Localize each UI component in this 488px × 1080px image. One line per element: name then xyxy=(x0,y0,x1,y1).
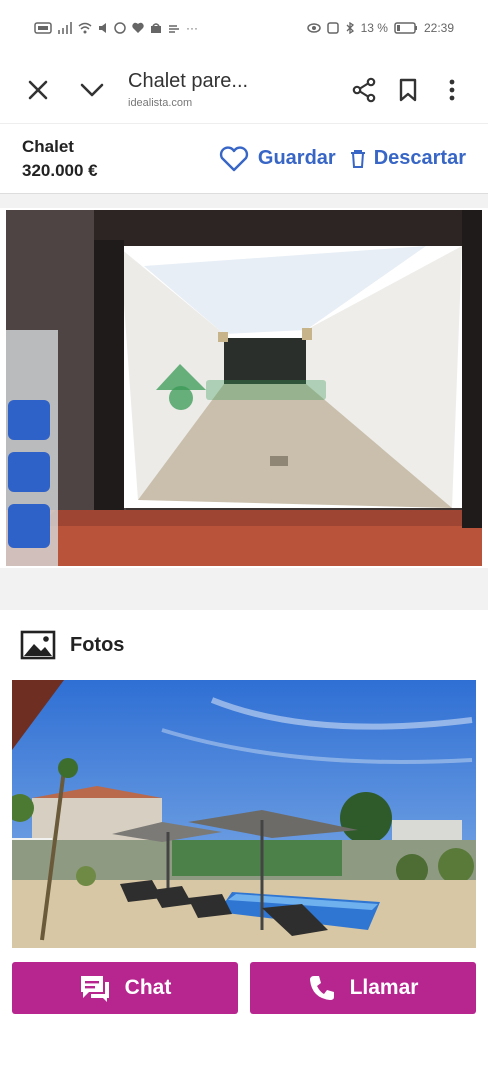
bookmark-button[interactable] xyxy=(386,68,430,112)
page-url: idealista.com xyxy=(128,97,193,109)
wind-icon xyxy=(169,25,179,33)
battery-percent: 13 % xyxy=(360,21,388,35)
close-button[interactable] xyxy=(16,68,60,112)
listing-info: Chalet 320.000 € xyxy=(22,137,204,181)
more-vertical-icon xyxy=(449,79,455,100)
contact-actions: Chat Llamar xyxy=(12,962,476,1014)
status-bar: ··· 13 % 22:39 xyxy=(0,0,488,56)
page-title-block[interactable]: Chalet pare... idealista.com xyxy=(128,70,342,109)
photos-label: Fotos xyxy=(70,633,125,656)
discard-label: Descartar xyxy=(373,147,466,169)
property-type: Chalet xyxy=(22,136,74,156)
chat-button[interactable]: Chat xyxy=(12,962,238,1014)
bookmark-icon xyxy=(399,78,417,101)
chat-icon xyxy=(80,976,109,1002)
heart-outline-icon xyxy=(219,145,249,171)
listing-header: Chalet 320.000 € Guardar Descartar xyxy=(0,124,488,194)
chevron-down-icon xyxy=(80,83,104,96)
pool-photo xyxy=(12,680,476,948)
call-label: Llamar xyxy=(349,976,419,999)
battery-icon xyxy=(394,22,417,34)
sim-icon xyxy=(34,22,52,34)
chat-label: Chat xyxy=(124,976,172,999)
trash-icon xyxy=(350,149,365,168)
share-button[interactable] xyxy=(342,68,386,112)
image-icon xyxy=(20,630,56,660)
call-button[interactable]: Llamar xyxy=(250,962,476,1014)
whatsapp-icon xyxy=(114,22,126,34)
page-title: Chalet pare... xyxy=(128,70,249,92)
section-divider xyxy=(0,568,488,610)
menu-button[interactable] xyxy=(430,68,474,112)
bluetooth-icon xyxy=(346,22,354,34)
section-divider xyxy=(0,194,488,208)
heart-icon xyxy=(132,22,144,33)
wifi-icon xyxy=(78,22,92,34)
volume-icon xyxy=(99,23,106,33)
main-photo[interactable] xyxy=(6,210,482,566)
save-label: Guardar xyxy=(257,147,336,169)
property-price: 320.000 € xyxy=(22,160,98,180)
photos-section-header[interactable]: Fotos xyxy=(0,610,488,680)
status-left: ··· xyxy=(34,21,198,35)
eye-icon xyxy=(306,23,321,33)
shop-icon xyxy=(151,23,161,33)
phone-icon xyxy=(309,976,334,1000)
garage-photo xyxy=(6,210,482,566)
status-right: 13 % 22:39 xyxy=(306,21,454,35)
browser-toolbar: Chalet pare... idealista.com xyxy=(0,56,488,124)
clock: 22:39 xyxy=(423,21,454,35)
collapse-button[interactable] xyxy=(70,68,114,112)
close-icon xyxy=(28,80,48,99)
discard-button[interactable]: Descartar xyxy=(350,147,466,170)
save-button[interactable]: Guardar xyxy=(218,145,336,173)
share-icon xyxy=(352,77,376,102)
signal-icon xyxy=(58,22,72,34)
nfc-icon xyxy=(326,22,339,34)
more-icon: ··· xyxy=(186,21,198,35)
gallery-photo[interactable] xyxy=(12,680,476,948)
